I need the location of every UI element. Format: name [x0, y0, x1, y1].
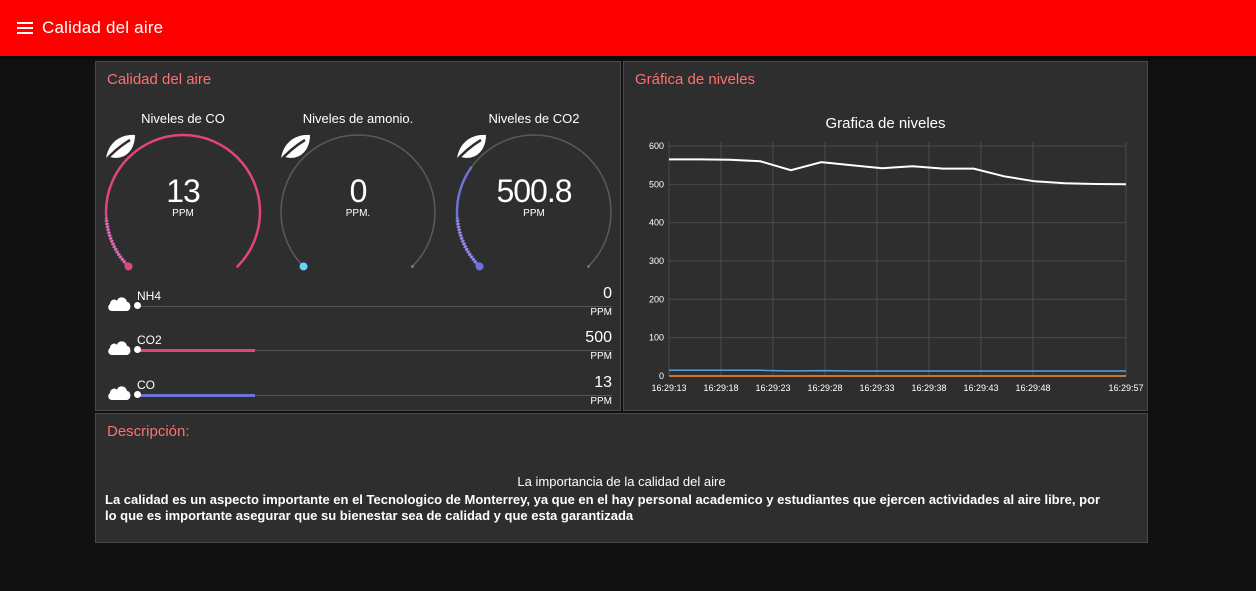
- gauge-end-dot: [411, 265, 414, 268]
- air-quality-panel: Calidad del aire Niveles de CO 13 PPM Ni…: [95, 61, 621, 411]
- gauge-value: 500.8: [496, 173, 572, 209]
- y-tick-label: 500: [649, 179, 664, 189]
- level-row-co: CO 13 PPM: [106, 374, 612, 417]
- gauge-fill-glow: [104, 217, 130, 268]
- gauge-label: Niveles de CO: [141, 111, 225, 126]
- y-tick-label: 200: [649, 294, 664, 304]
- gauge-start-dot: [299, 262, 308, 271]
- level-unit: PPM: [590, 351, 612, 362]
- x-tick-label: 16:29:38: [911, 383, 946, 393]
- chart-panel: Gráfica de niveles Grafica de niveles 01…: [623, 61, 1148, 411]
- level-row-nh4: NH4 0 PPM: [106, 285, 612, 328]
- chart-grid: [668, 142, 1127, 377]
- cloud-icon: [108, 386, 131, 400]
- gauge-ammonia: Niveles de amonio. 0 PPM.: [277, 111, 439, 281]
- panel-title: Calidad del aire: [107, 71, 212, 88]
- y-tick-label: 100: [649, 333, 664, 343]
- description-subtitle: La importancia de la calidad del aire: [517, 474, 726, 489]
- gauge-co2: Niveles de CO2 500.8 PPM: [453, 111, 615, 281]
- level-value: 500: [585, 329, 612, 346]
- cloud-icon: [108, 297, 131, 311]
- level-value: 13: [594, 374, 612, 391]
- level-marker: [134, 346, 141, 353]
- gauge-start-dot: [124, 262, 133, 271]
- gauge-start-dot: [475, 262, 484, 271]
- gauge-end-dot: [236, 265, 239, 268]
- gauge-co: Niveles de CO 13 PPM: [102, 111, 264, 281]
- description-text: La calidad es un aspecto importante en e…: [105, 492, 1101, 523]
- gauge-end-dot: [587, 265, 590, 268]
- x-tick-label: 16:29:33: [859, 383, 894, 393]
- gauge-unit: PPM: [172, 208, 194, 219]
- x-tick-label: 16:29:18: [703, 383, 738, 393]
- x-tick-label: 16:29:13: [651, 383, 686, 393]
- x-tick-label: 16:29:43: [963, 383, 998, 393]
- x-tick-label: 16:29:48: [1015, 383, 1050, 393]
- level-unit: PPM: [590, 307, 612, 318]
- toolbar: Calidad del aire: [0, 0, 1256, 56]
- level-marker: [134, 391, 141, 398]
- x-tick-label: 16:29:57: [1108, 383, 1143, 393]
- x-tick-label: 16:29:28: [807, 383, 842, 393]
- level-bar: [136, 394, 255, 397]
- series-line-1: [669, 369, 1126, 372]
- level-name: CO: [137, 378, 155, 392]
- menu-icon[interactable]: [17, 22, 33, 34]
- x-tick-label: 16:29:23: [755, 383, 790, 393]
- level-value: 0: [603, 285, 612, 302]
- y-tick-label: 300: [649, 256, 664, 266]
- level-marker: [134, 302, 141, 309]
- y-tick-label: 0: [659, 371, 664, 381]
- level-name: NH4: [137, 289, 162, 303]
- level-unit: PPM: [590, 396, 612, 407]
- gauge-fill-glow: [455, 217, 481, 268]
- level-name: CO2: [137, 333, 162, 347]
- level-row-co2: CO2 500 PPM: [106, 329, 612, 372]
- leaf-icon: [103, 134, 135, 163]
- panel-title: Descripción:: [107, 423, 190, 440]
- gauge-value: 13: [166, 173, 201, 209]
- gauge-label: Niveles de CO2: [488, 111, 580, 126]
- gauge-unit: PPM: [523, 208, 545, 219]
- line-chart: 0 100 200 300 400 500 600 16:29:13 16:29:18 16:29…: [649, 141, 1144, 393]
- leaf-icon: [278, 134, 310, 163]
- cloud-icon: [108, 341, 131, 355]
- level-bar: [136, 349, 255, 352]
- series-line-0: [669, 158, 1127, 186]
- y-tick-label: 600: [649, 141, 664, 151]
- leaf-icon: [454, 134, 486, 163]
- level-track: [136, 306, 612, 307]
- description-panel: Descripción: La importancia de la calida…: [95, 413, 1148, 543]
- app-title: Calidad del aire: [42, 18, 164, 37]
- y-tick-label: 400: [649, 218, 664, 228]
- gauge-label: Niveles de amonio.: [302, 111, 414, 126]
- gauge-value: 0: [349, 173, 368, 209]
- gauge-unit: PPM.: [345, 208, 371, 219]
